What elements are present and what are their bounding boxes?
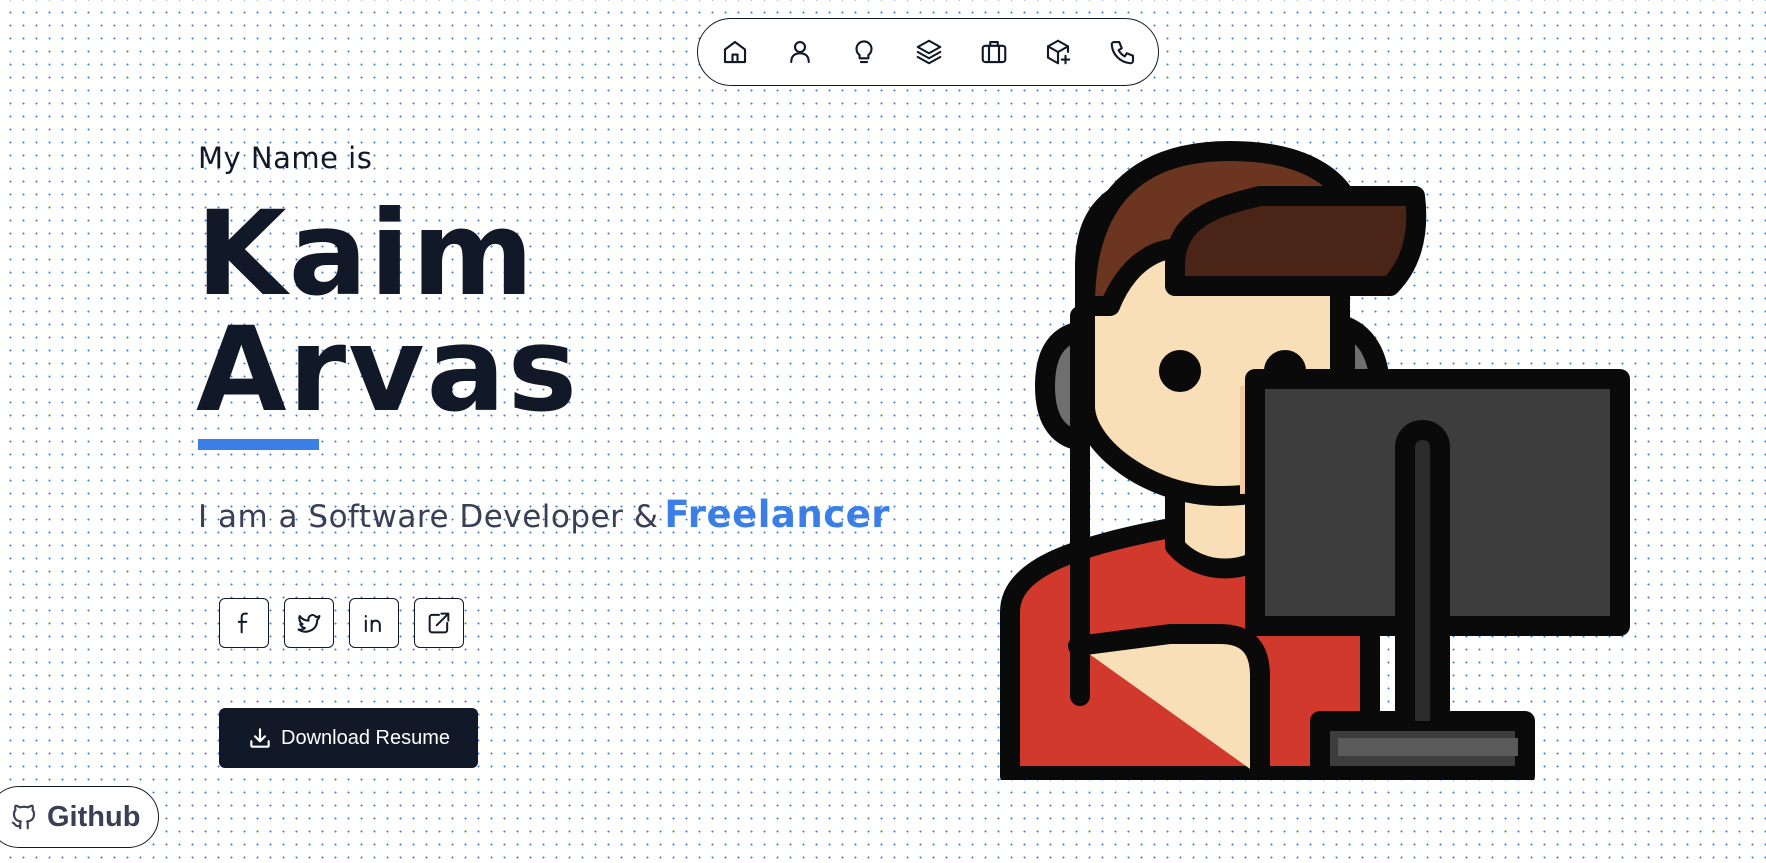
download-resume-label: Download Resume [281,726,450,749]
download-resume-button[interactable]: Download Resume [219,708,478,768]
nav-contact[interactable] [1106,35,1140,69]
twitter-link[interactable] [284,598,334,648]
linkedin-link[interactable] [349,598,399,648]
top-nav [697,18,1159,86]
briefcase-icon [981,40,1006,64]
twitter-icon [297,613,321,633]
lightbulb-icon [855,40,873,64]
first-name: Kaim [196,185,536,322]
facebook-icon [237,612,248,634]
phone-icon [1110,40,1134,65]
nav-skills[interactable] [847,35,881,69]
hero-name: Kaim Arvas [196,185,580,438]
nav-projects[interactable] [1041,35,1075,69]
name-underline [198,439,319,450]
nav-home[interactable] [718,35,752,69]
intro-text: My Name is [198,141,373,175]
facebook-link[interactable] [219,598,269,648]
nav-about[interactable] [783,35,817,69]
github-button[interactable]: Github [0,786,159,848]
nav-experience[interactable] [977,35,1011,69]
last-name: Arvas [196,301,580,438]
nav-stack[interactable] [912,35,946,69]
github-label: Github [47,800,141,833]
layers-icon [916,39,942,65]
tagline-accent: Freelancer [664,493,890,536]
website-link[interactable] [414,598,464,648]
left-eye [1159,350,1201,392]
tagline-prefix: I am a Software Developer & [198,499,659,535]
developer-illustration [1000,141,1630,780]
box-add-icon [1047,39,1071,65]
headphone-left [1035,321,1090,451]
external-link-icon [428,612,450,634]
social-links [219,598,464,648]
home-icon [723,40,747,64]
monitor-stand-neck [1395,420,1450,731]
github-icon [11,804,36,830]
hair-fringe [1165,186,1427,296]
download-icon [250,728,270,748]
user-icon [789,40,810,64]
linkedin-icon [364,615,381,633]
tagline: I am a Software Developer & Freelancer [198,493,890,536]
monitor-highlight [1338,738,1518,756]
